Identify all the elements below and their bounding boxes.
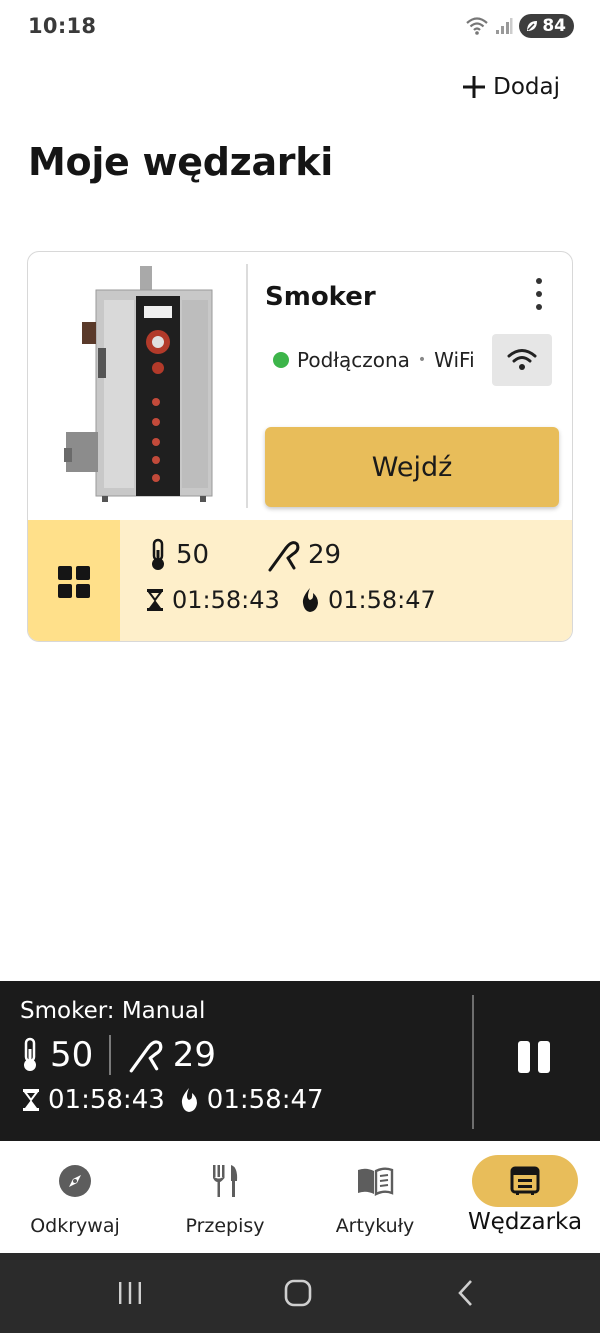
- battery-indicator: 84: [519, 14, 574, 38]
- fork-knife-icon: [213, 1165, 238, 1197]
- enter-button[interactable]: Wejdź: [265, 427, 559, 507]
- battery-level: 84: [542, 16, 566, 36]
- wifi-status-icon: [466, 17, 489, 35]
- session-title: Smoker: Manual: [20, 998, 206, 1024]
- session-temperature: 50: [50, 1035, 94, 1075]
- nav-label-smoker: Wędzarka: [467, 1209, 583, 1235]
- session-primary-stats: 50 29: [20, 1035, 216, 1075]
- back-icon: [458, 1280, 472, 1306]
- device-name: Smoker: [265, 282, 376, 312]
- pause-icon: [518, 1041, 530, 1073]
- more-options-icon[interactable]: [532, 278, 546, 310]
- online-status-dot: [273, 352, 289, 368]
- session-secondary-stats: 01:58:43 01:58:47: [22, 1085, 324, 1115]
- nav-item-articles[interactable]: Artykuły: [300, 1141, 450, 1253]
- separator-dot: •: [417, 352, 427, 368]
- dashboard-grid-button[interactable]: [28, 520, 120, 641]
- status-icons: 84: [465, 14, 574, 38]
- page-title: Moje wędzarki: [28, 140, 333, 184]
- status-bar: 10:18 84: [0, 0, 600, 56]
- book-icon: [358, 1167, 394, 1196]
- wifi-icon: [507, 349, 537, 370]
- add-smoker-button[interactable]: Dodaj: [461, 74, 560, 100]
- flame-icon: [181, 1088, 197, 1112]
- smoker-icon: [510, 1166, 540, 1195]
- home-icon: [284, 1279, 312, 1307]
- session-divider: [472, 995, 474, 1129]
- plus-icon: [463, 76, 486, 98]
- probe-value: 29: [308, 540, 342, 570]
- probe-stat: 29: [266, 538, 341, 572]
- burn-time-stat: 01:58:47: [300, 586, 436, 614]
- nav-label-articles: Artykuły: [335, 1215, 415, 1237]
- connection-status: Podłączona • WiFi: [273, 348, 475, 372]
- nav-item-smoker[interactable]: Wędzarka: [450, 1141, 600, 1253]
- flame-icon: [302, 588, 318, 612]
- back-button[interactable]: [426, 1253, 506, 1333]
- add-button-label: Dodaj: [493, 74, 560, 100]
- probe-icon: [129, 1040, 163, 1073]
- nav-label-discover: Odkrywaj: [30, 1215, 120, 1237]
- nav-item-recipes[interactable]: Przepisy: [150, 1141, 300, 1253]
- session-timer: 01:58:43: [48, 1085, 165, 1115]
- compass-icon: [59, 1165, 91, 1197]
- thermometer-icon: [24, 1037, 36, 1071]
- nav-label-recipes: Przepisy: [185, 1215, 265, 1237]
- status-time: 10:18: [28, 14, 97, 38]
- pause-button[interactable]: [508, 1041, 560, 1083]
- active-session-bar[interactable]: Smoker: Manual 50 29 01:58:43 01:58:47: [0, 981, 600, 1141]
- leaf-icon: [527, 21, 538, 31]
- temperature-value: 50: [176, 540, 210, 570]
- burn-time-value: 01:58:47: [328, 586, 436, 614]
- system-navigation-bar: [0, 1253, 600, 1333]
- hourglass-icon: [147, 589, 163, 611]
- signal-icon: [496, 18, 513, 34]
- card-divider: [246, 264, 248, 508]
- grid-icon: [58, 565, 90, 598]
- session-burn-time: 01:58:47: [206, 1085, 324, 1115]
- connection-status-label: Podłączona: [297, 348, 410, 372]
- stats-separator: [109, 1035, 111, 1075]
- recent-apps-button[interactable]: [90, 1253, 170, 1333]
- probe-icon: [268, 541, 300, 572]
- bottom-nav: Odkrywaj Przepisy Artykuły Wędzarka: [0, 1141, 600, 1253]
- temperature-stat: 50: [148, 538, 209, 572]
- card-stats-panel: 50 29 01:58:43 01:58:47: [28, 520, 572, 641]
- home-button[interactable]: [258, 1253, 338, 1333]
- thermometer-icon: [152, 538, 164, 570]
- wifi-button[interactable]: [492, 334, 552, 386]
- timer-value: 01:58:43: [172, 586, 280, 614]
- smoker-card: Smoker Podłączona • WiFi Wejdź 50 29 01:…: [27, 251, 573, 642]
- smoker-image: [64, 266, 213, 502]
- recent-apps-icon: [119, 1282, 141, 1304]
- timer-stat: 01:58:43: [146, 586, 280, 614]
- session-probe: 29: [172, 1035, 217, 1075]
- connection-type-label: WiFi: [434, 348, 475, 372]
- hourglass-icon: [23, 1089, 39, 1111]
- nav-item-discover[interactable]: Odkrywaj: [0, 1141, 150, 1253]
